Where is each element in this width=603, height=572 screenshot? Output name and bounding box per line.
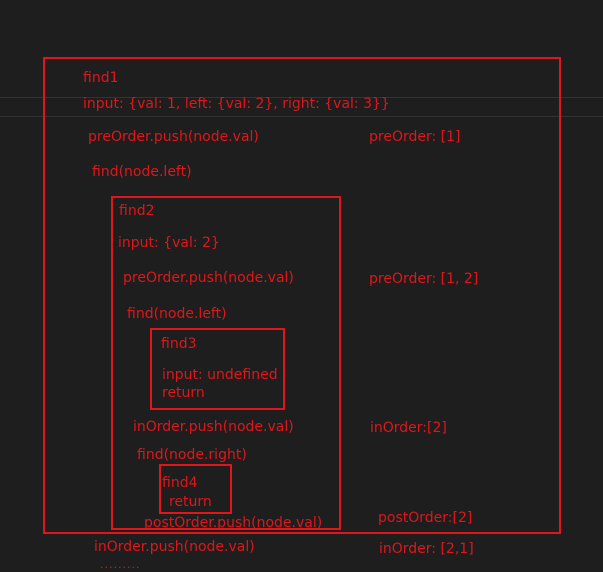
continuation-ellipsis: ......... xyxy=(100,558,141,571)
find1-preorder-push: preOrder.push(node.val) xyxy=(88,129,259,145)
preorder-state-2: preOrder: [1, 2] xyxy=(369,271,479,287)
find4-title: find4 xyxy=(162,475,198,491)
find3-input: input: undefined xyxy=(162,367,278,383)
find1-title: find1 xyxy=(83,70,119,86)
inorder-state-1: inOrder:[2] xyxy=(370,420,447,436)
find4-return: return xyxy=(169,494,212,510)
find1-find-left: find(node.left) xyxy=(92,164,192,180)
find2-find-right: find(node.right) xyxy=(137,447,247,463)
find1-input: input: {val: 1, left: {val: 2}, right: {… xyxy=(83,96,390,112)
find3-title: find3 xyxy=(161,336,197,352)
find2-inorder-push: inOrder.push(node.val) xyxy=(133,419,294,435)
find3-return: return xyxy=(162,385,205,401)
postorder-state-1: postOrder:[2] xyxy=(378,510,473,526)
find2-find-left: find(node.left) xyxy=(127,306,227,322)
find2-input: input: {val: 2} xyxy=(118,235,220,251)
find2-postorder-push: postOrder.push(node.val) xyxy=(144,515,323,531)
find2-preorder-push: preOrder.push(node.val) xyxy=(123,270,294,286)
inorder-state-2: inOrder: [2,1] xyxy=(379,541,474,557)
find2-title: find2 xyxy=(119,203,155,219)
preorder-state-1: preOrder: [1] xyxy=(369,129,461,145)
find1-inorder-push: inOrder.push(node.val) xyxy=(94,539,255,555)
recursion-trace-diagram: find1 input: {val: 1, left: {val: 2}, ri… xyxy=(0,0,603,572)
